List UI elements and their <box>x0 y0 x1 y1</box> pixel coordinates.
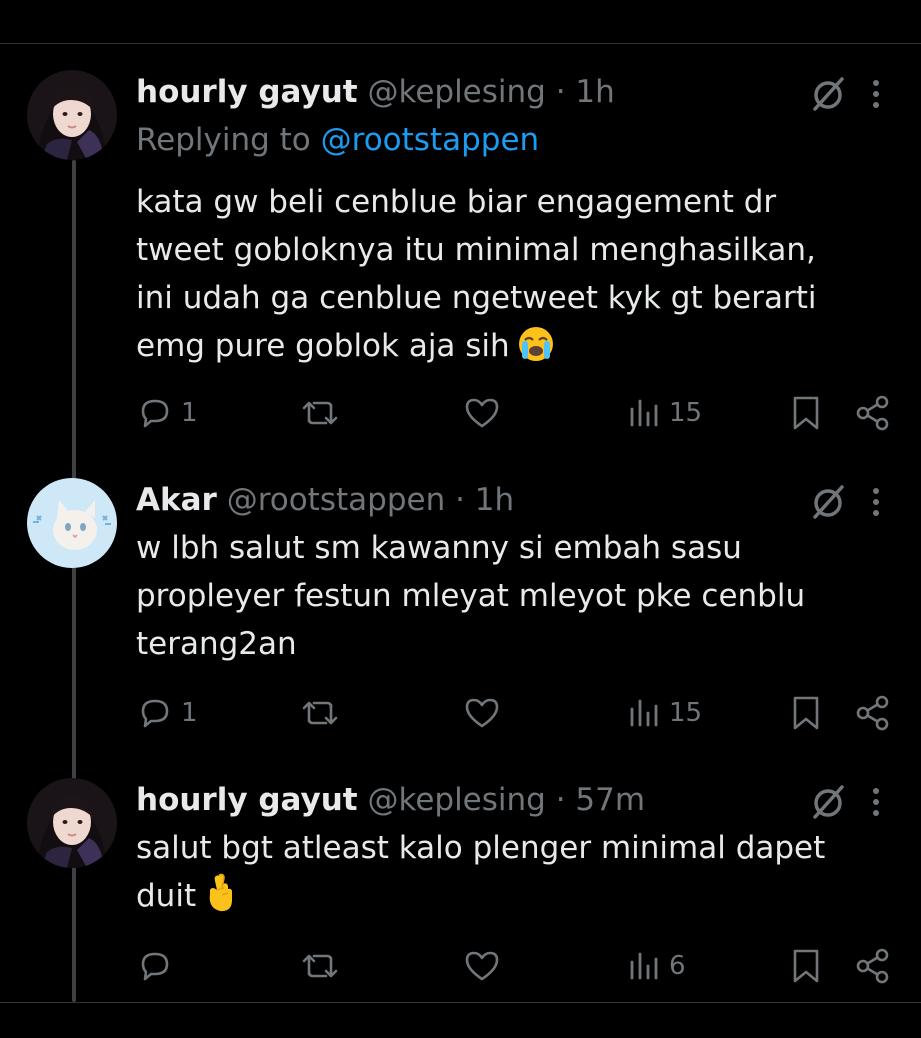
replying-to-mention[interactable]: @rootstappen <box>321 122 540 158</box>
avatar-image <box>27 70 117 160</box>
tweet-header: Akar @rootstappen · 1h <box>136 480 514 520</box>
tweet-text-line: w lbh salut sm kawanny si embah sasu <box>136 530 742 566</box>
share-button[interactable] <box>855 691 891 735</box>
tweet-text-line: terang2an <box>136 626 297 662</box>
avatar-rootstappen[interactable] <box>27 478 117 568</box>
views-button[interactable]: 6 <box>627 944 686 988</box>
share-icon <box>856 695 889 731</box>
avatar-keplesing[interactable] <box>27 70 117 160</box>
tweet-text: kata gw beli cenblue biar engagement dr … <box>136 178 876 370</box>
views-icon <box>630 699 658 727</box>
views-icon <box>630 399 658 427</box>
retweet-button[interactable] <box>300 944 340 988</box>
heart-icon <box>465 398 499 428</box>
reply-button[interactable]: 1 <box>137 691 198 735</box>
tweet-text-line: salut bgt atleast kalo plenger minimal d… <box>136 830 826 866</box>
reply-icon <box>141 952 169 981</box>
tweet-header: hourly gayut @keplesing · 1h <box>136 72 615 112</box>
view-count: 15 <box>669 698 703 728</box>
reply-count: 1 <box>181 698 198 728</box>
share-button[interactable] <box>855 391 891 435</box>
loudly-crying-face-icon <box>518 327 553 361</box>
more-options-icon[interactable] <box>866 782 886 822</box>
display-name[interactable]: hourly gayut <box>136 782 358 818</box>
top-divider <box>0 43 921 44</box>
display-name[interactable]: Akar <box>136 482 217 518</box>
views-button[interactable]: 15 <box>627 691 702 735</box>
tweet-text-line: emg pure goblok aja sih <box>136 322 876 370</box>
action-bar: 6 <box>0 944 921 988</box>
separator-dot: · <box>455 482 465 518</box>
retweet-icon <box>302 401 338 425</box>
reply-icon <box>141 699 169 728</box>
views-icon <box>630 952 658 980</box>
reply-button[interactable] <box>137 944 181 988</box>
grok-icon[interactable] <box>808 482 848 522</box>
bookmark-button[interactable] <box>790 391 822 435</box>
reply-button[interactable]: 1 <box>137 391 198 435</box>
tweet-text-line: propleyer festun mleyat mleyot pke cenbl… <box>136 578 806 614</box>
tweet-text: salut bgt atleast kalo plenger minimal d… <box>136 824 876 920</box>
crossed-fingers-icon <box>209 873 233 912</box>
retweet-icon <box>302 701 338 725</box>
bookmark-button[interactable] <box>790 691 822 735</box>
bookmark-icon <box>793 696 819 730</box>
retweet-icon <box>302 954 338 978</box>
user-handle[interactable]: @keplesing <box>367 74 545 110</box>
share-icon <box>856 948 889 984</box>
tweet-text-line-content: duit <box>136 878 197 914</box>
avatar-image <box>27 778 117 868</box>
retweet-button[interactable] <box>300 391 340 435</box>
display-name[interactable]: hourly gayut <box>136 74 358 110</box>
tweet-text-line-content: emg pure goblok aja sih <box>136 328 510 364</box>
bottom-divider <box>0 1002 921 1003</box>
avatar-image <box>27 478 117 568</box>
share-icon <box>856 395 889 431</box>
more-options-icon[interactable] <box>866 482 886 522</box>
timestamp[interactable]: 1h <box>575 74 614 110</box>
grok-icon[interactable] <box>808 782 848 822</box>
tweet-text: w lbh salut sm kawanny si embah sasu pro… <box>136 524 876 668</box>
grok-icon[interactable] <box>808 74 848 114</box>
view-count: 15 <box>669 398 703 428</box>
replying-to-label: Replying to <box>136 122 311 158</box>
view-count: 6 <box>669 951 686 981</box>
like-button[interactable] <box>463 944 501 988</box>
action-bar: 1 15 <box>0 691 921 735</box>
tweet-text-line: ini udah ga cenblue ngetweet kyk gt bera… <box>136 280 817 316</box>
separator-dot: · <box>555 74 566 110</box>
heart-icon <box>465 698 499 728</box>
views-button[interactable]: 15 <box>627 391 702 435</box>
bookmark-button[interactable] <box>790 944 822 988</box>
action-bar: 1 15 <box>0 391 921 435</box>
user-handle[interactable]: @rootstappen <box>227 482 446 518</box>
tweet-header: hourly gayut @keplesing · 57m <box>136 780 645 820</box>
tweet-text-line: duit <box>136 872 876 920</box>
user-handle[interactable]: @keplesing <box>367 782 545 818</box>
separator-dot: · <box>555 782 566 818</box>
bookmark-icon <box>793 949 819 983</box>
tweet-text-line: kata gw beli cenblue biar engagement dr <box>136 184 777 220</box>
timestamp[interactable]: 1h <box>475 482 514 518</box>
like-button[interactable] <box>463 391 501 435</box>
reply-count: 1 <box>181 398 198 428</box>
tweet-text-line: tweet gobloknya itu minimal menghasilkan… <box>136 232 816 268</box>
avatar-keplesing[interactable] <box>27 778 117 868</box>
replying-to: Replying to @rootstappen <box>136 120 539 160</box>
share-button[interactable] <box>855 944 891 988</box>
reply-icon <box>141 399 169 428</box>
heart-icon <box>465 951 499 981</box>
bookmark-icon <box>793 396 819 430</box>
timestamp[interactable]: 57m <box>575 782 645 818</box>
retweet-button[interactable] <box>300 691 340 735</box>
thread-line <box>72 160 76 1002</box>
like-button[interactable] <box>463 691 501 735</box>
more-options-icon[interactable] <box>866 74 886 114</box>
